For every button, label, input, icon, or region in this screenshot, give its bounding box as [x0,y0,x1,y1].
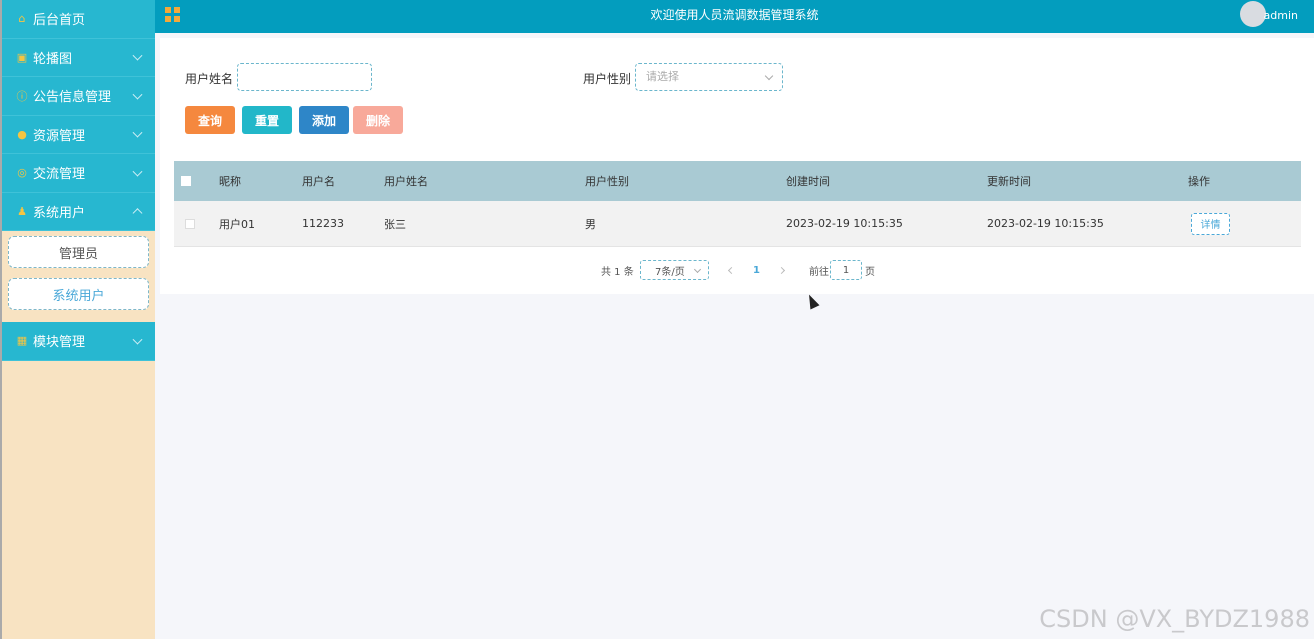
gender-select-placeholder: 请选择 [646,70,679,83]
grid-icon: ▦ [16,334,28,348]
prev-page-icon[interactable] [727,266,736,275]
cell-nickname: 用户01 [219,217,255,231]
select-all-checkbox[interactable] [181,161,191,201]
main-panel: 用户姓名 用户性别 请选择 查询 重置 添加 删除 昵称 用户名 用户姓名 用户… [160,38,1314,294]
sidebar-item-module[interactable]: ▦ 模块管理 [2,322,155,361]
chat-icon: ◎ [17,166,27,180]
name-label: 用户姓名 [185,72,234,86]
user-icon: ♟ [17,204,27,218]
info-icon: ⓘ [16,89,28,103]
column-header: 用户性别 [585,175,629,188]
sidebar-item-label: 后台首页 [33,13,86,29]
chevron-down-icon [693,265,702,274]
cell-username: 112233 [302,217,344,230]
goto-page-input[interactable]: 1 [830,260,862,280]
query-button[interactable]: 查询 [185,106,235,134]
page-size-value: 7条/页 [655,266,685,278]
avatar[interactable] [1240,1,1266,27]
cell-updated: 2023-02-19 10:15:35 [987,217,1104,230]
next-page-icon[interactable] [777,266,786,275]
current-page[interactable]: 1 [753,260,760,280]
gender-label: 用户性别 [583,72,632,86]
top-header: 欢迎使用人员流调数据管理系统 admin [155,0,1314,33]
goto-label: 前往 [809,266,829,278]
chevron-down-icon [132,166,143,177]
cell-created: 2023-02-19 10:15:35 [786,217,903,230]
chevron-down-icon [132,50,143,61]
mouse-cursor [804,292,820,310]
location-icon: ● [17,127,27,141]
username[interactable]: admin [1264,9,1298,22]
sidebar-item-notice[interactable]: ⓘ 公告信息管理 [2,77,155,116]
gender-select[interactable]: 请选择 [635,63,783,91]
chevron-down-icon [764,71,774,81]
watermark: CSDN @VX_BYDZ1988 [1039,605,1310,633]
sidebar-item-label: 公告信息管理 [33,90,112,106]
sidebar-item-exchange[interactable]: ◎ 交流管理 [2,154,155,193]
chevron-up-icon [132,208,143,219]
chevron-down-icon [132,127,143,138]
sidebar-item-label: 交流管理 [33,167,86,183]
sidebar-item-label: 系统用户 [33,205,86,221]
chevron-down-icon [132,89,143,100]
reset-button[interactable]: 重置 [242,106,292,134]
image-icon: ▣ [16,50,28,64]
column-header[interactable]: 创建时间 [786,161,830,201]
delete-button[interactable]: 删除 [353,106,403,134]
submenu-item-admin[interactable]: 管理员 [8,236,149,268]
sidebar-item-label: 资源管理 [33,128,86,144]
add-button[interactable]: 添加 [299,106,349,134]
sidebar-item-carousel[interactable]: ▣ 轮播图 [2,38,155,77]
column-header: 用户姓名 [384,175,428,188]
column-header: 操作 [1188,175,1210,188]
detail-button[interactable]: 详情 [1191,212,1230,235]
sidebar-item-label: 模块管理 [33,335,86,351]
pagination-total: 共 1 条 [601,266,634,278]
row-checkbox[interactable] [185,201,195,246]
sidebar-item-system-user[interactable]: ♟ 系统用户 [2,192,155,231]
cell-gender: 男 [585,217,596,231]
sidebar-item-resource[interactable]: ● 资源管理 [2,115,155,154]
table-row: 用户01 112233 张三 男 2023-02-19 10:15:35 202… [174,201,1301,247]
sidebar: ⌂ 后台首页 ▣ 轮播图 ⓘ 公告信息管理 ● 资源管理 ◎ 交流管理 ♟ 系统… [0,0,155,639]
page-size-select[interactable]: 7条/页 [640,260,709,280]
table-header: 昵称 用户名 用户姓名 用户性别 创建时间 更新时间 操作 [174,161,1301,201]
home-icon: ⌂ [18,12,26,26]
chevron-down-icon [132,334,143,345]
sidebar-item-label: 轮播图 [33,51,73,67]
cell-action: 详情 [1191,201,1230,246]
cell-realname: 张三 [384,217,406,231]
sidebar-item-home[interactable]: ⌂ 后台首页 [2,0,155,39]
page-title: 欢迎使用人员流调数据管理系统 [650,8,819,22]
column-header: 昵称 [219,175,241,188]
goto-suffix: 页 [865,266,875,278]
column-header[interactable]: 更新时间 [987,161,1031,201]
name-input[interactable] [237,63,372,91]
column-header: 用户名 [302,175,335,188]
submenu-item-system-user[interactable]: 系统用户 [8,278,149,310]
submenu: 管理员 系统用户 [2,231,155,322]
